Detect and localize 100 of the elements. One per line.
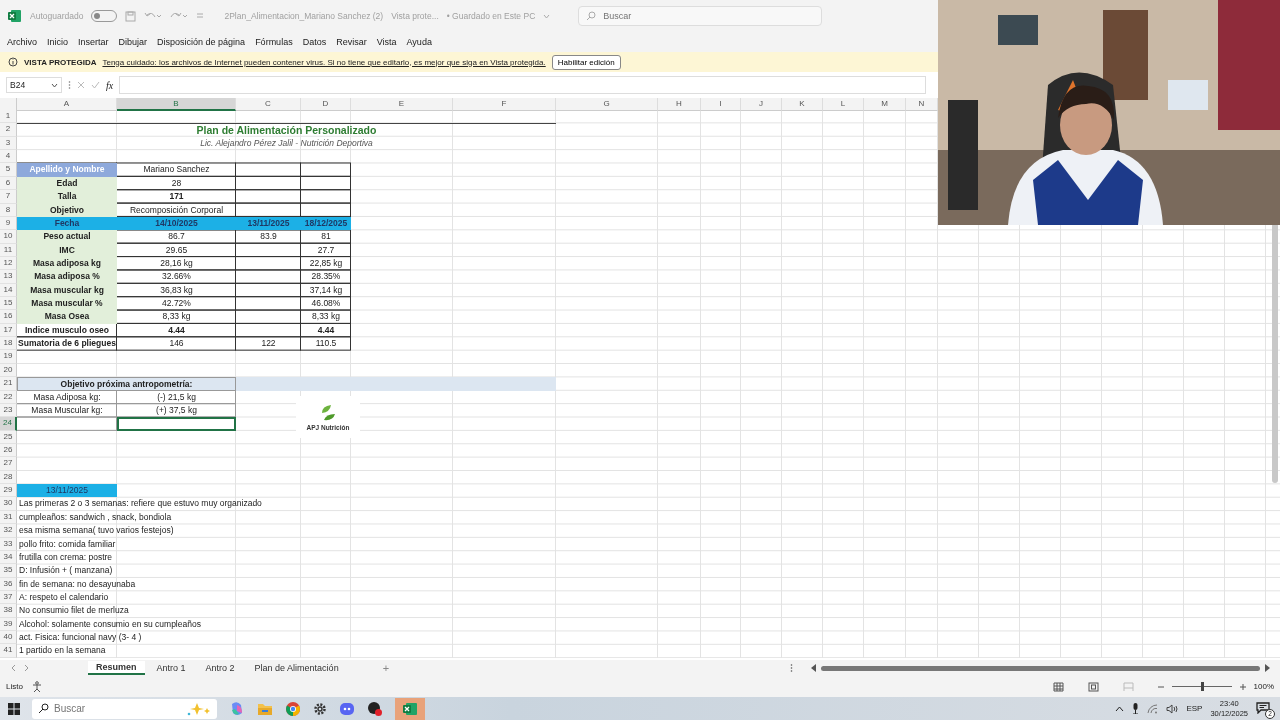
menu-item[interactable]: Disposición de página (152, 37, 251, 47)
page-layout-icon[interactable] (1087, 681, 1099, 692)
speaker-icon[interactable] (1166, 703, 1179, 714)
protected-view-message-link[interactable]: Tenga cuidado: los archivos de Internet pueden contener virus. Si no tiene que editarlo, es mejor que siga en Vista protegida. (102, 57, 546, 67)
menu-item[interactable]: Dibujar (113, 37, 153, 47)
note-text: cumpleaños: sandwich , snack, bondiola (19, 511, 172, 522)
table-cell: Talla (17, 190, 117, 204)
microphone-icon[interactable] (1132, 703, 1140, 714)
cancel-icon[interactable] (77, 81, 85, 89)
row-number[interactable]: 24 (0, 417, 17, 431)
table-cell-text: Masa Adiposa kg: (32, 390, 102, 404)
row-number[interactable]: 38 (0, 604, 17, 618)
table-cell-text: 42.72% (161, 297, 192, 311)
sheet-tab[interactable]: Antro 1 (148, 662, 194, 674)
record-app-icon[interactable] (367, 700, 383, 717)
menu-item[interactable]: Fórmulas (250, 37, 298, 47)
windows-start-icon[interactable] (8, 702, 20, 715)
table-cell: 13/11/2025 (17, 484, 117, 498)
column-header[interactable]: A (17, 98, 117, 111)
row-number[interactable]: 7 (0, 190, 17, 204)
language-indicator[interactable]: ESP (1186, 704, 1203, 713)
scroll-right-icon[interactable] (1264, 664, 1270, 672)
accessibility-icon[interactable] (30, 680, 43, 693)
row-number[interactable]: 16 (0, 310, 17, 324)
browser-icon[interactable] (285, 700, 301, 717)
check-icon[interactable] (91, 81, 100, 89)
sheet-tab[interactable]: Antro 2 (197, 662, 243, 674)
table-cell-text: 146 (168, 337, 185, 351)
row-number[interactable]: 40 (0, 631, 17, 645)
name-box[interactable]: B24 (6, 77, 62, 93)
normal-view-icon[interactable] (1052, 681, 1064, 692)
row-number[interactable]: 21 (0, 377, 17, 392)
menu-item[interactable]: Ayuda (401, 37, 437, 47)
zoom-in-icon[interactable] (1239, 683, 1246, 690)
scroll-left-icon[interactable] (811, 664, 817, 672)
enable-editing-button[interactable]: Habilitar edición (551, 54, 621, 70)
row-number[interactable]: 15 (0, 297, 17, 311)
selected-cell[interactable] (117, 417, 236, 431)
previous-sheet-icon[interactable] (10, 664, 18, 672)
zoom-out-icon[interactable] (1157, 683, 1164, 690)
note-text: frutilla con crema: postre (19, 551, 113, 562)
column-header[interactable]: B (117, 98, 236, 111)
column-header[interactable]: H (658, 98, 701, 111)
row-number[interactable]: 29 (0, 484, 17, 498)
column-header[interactable]: E (351, 98, 453, 111)
column-header[interactable]: D (301, 98, 351, 111)
column-header[interactable]: C (236, 98, 301, 111)
chevron-up-icon[interactable] (1115, 705, 1125, 712)
row-number[interactable]: 32 (0, 524, 17, 538)
menu-item[interactable]: Archivo (2, 37, 42, 47)
scrollbar-thumb[interactable] (1272, 223, 1278, 483)
gear-icon[interactable] (313, 701, 327, 716)
assistant-app-icon[interactable] (229, 700, 245, 717)
formula-input[interactable] (119, 76, 926, 94)
column-header[interactable]: I (701, 98, 741, 111)
column-header[interactable]: K (782, 98, 823, 111)
row-number[interactable]: 2 (0, 123, 17, 137)
table-cell-text: 86.7 (167, 230, 186, 244)
zoom-percent[interactable]: 100% (1253, 682, 1274, 691)
column-header[interactable]: F (453, 98, 556, 111)
chevron-down-icon[interactable] (51, 82, 58, 88)
wifi-icon[interactable] (1147, 703, 1159, 714)
scrollbar-thumb[interactable] (821, 665, 1260, 671)
row-number[interactable]: 5 (0, 163, 17, 177)
menu-item[interactable]: Inicio (42, 37, 74, 47)
more-options-icon[interactable] (68, 80, 71, 90)
next-sheet-icon[interactable] (22, 664, 30, 672)
search-field[interactable]: Buscar (578, 6, 823, 26)
spreadsheet-app-icon (402, 700, 418, 717)
row-number[interactable]: 35 (0, 564, 17, 578)
row-number[interactable]: 13 (0, 270, 17, 284)
zoom-slider-thumb[interactable] (1200, 682, 1204, 691)
row-number[interactable]: 10 (0, 230, 17, 244)
column-header[interactable]: N (906, 98, 938, 111)
row-number[interactable]: 19 (0, 350, 17, 364)
menu-item[interactable]: Insertar (73, 37, 114, 47)
column-header[interactable]: G (556, 98, 658, 111)
sheet-tab[interactable]: Resumen (88, 661, 145, 675)
more-options-icon[interactable] (790, 663, 793, 673)
sheet-tab[interactable]: Plan de Alimentación (246, 662, 347, 674)
insert-function-button[interactable]: fx (106, 79, 114, 91)
column-header[interactable]: J (741, 98, 782, 111)
column-header[interactable]: L (823, 98, 864, 111)
menu-item[interactable]: Datos (297, 37, 332, 47)
chat-app-icon[interactable] (339, 700, 355, 717)
table-cell-text: Indice musculo oseo (23, 323, 111, 337)
table-cell-text: 32.66% (161, 270, 192, 284)
table-cell: Peso actual (17, 230, 117, 244)
menu-item[interactable]: Revisar (331, 37, 372, 47)
spreadsheet-app-button[interactable] (395, 697, 425, 720)
folder-icon[interactable] (257, 701, 273, 716)
row-number[interactable]: 1 (0, 110, 17, 124)
row-number[interactable]: 27 (0, 457, 17, 471)
row-number[interactable]: 41 (0, 644, 17, 658)
menu-item[interactable]: Vista (371, 37, 402, 47)
column-header[interactable]: M (864, 98, 906, 111)
taskbar-search-field[interactable]: Buscar (32, 698, 217, 719)
row-number[interactable]: 4 (0, 150, 17, 164)
row-number[interactable]: 30 (0, 497, 17, 511)
row-number[interactable]: 18 (0, 337, 17, 351)
